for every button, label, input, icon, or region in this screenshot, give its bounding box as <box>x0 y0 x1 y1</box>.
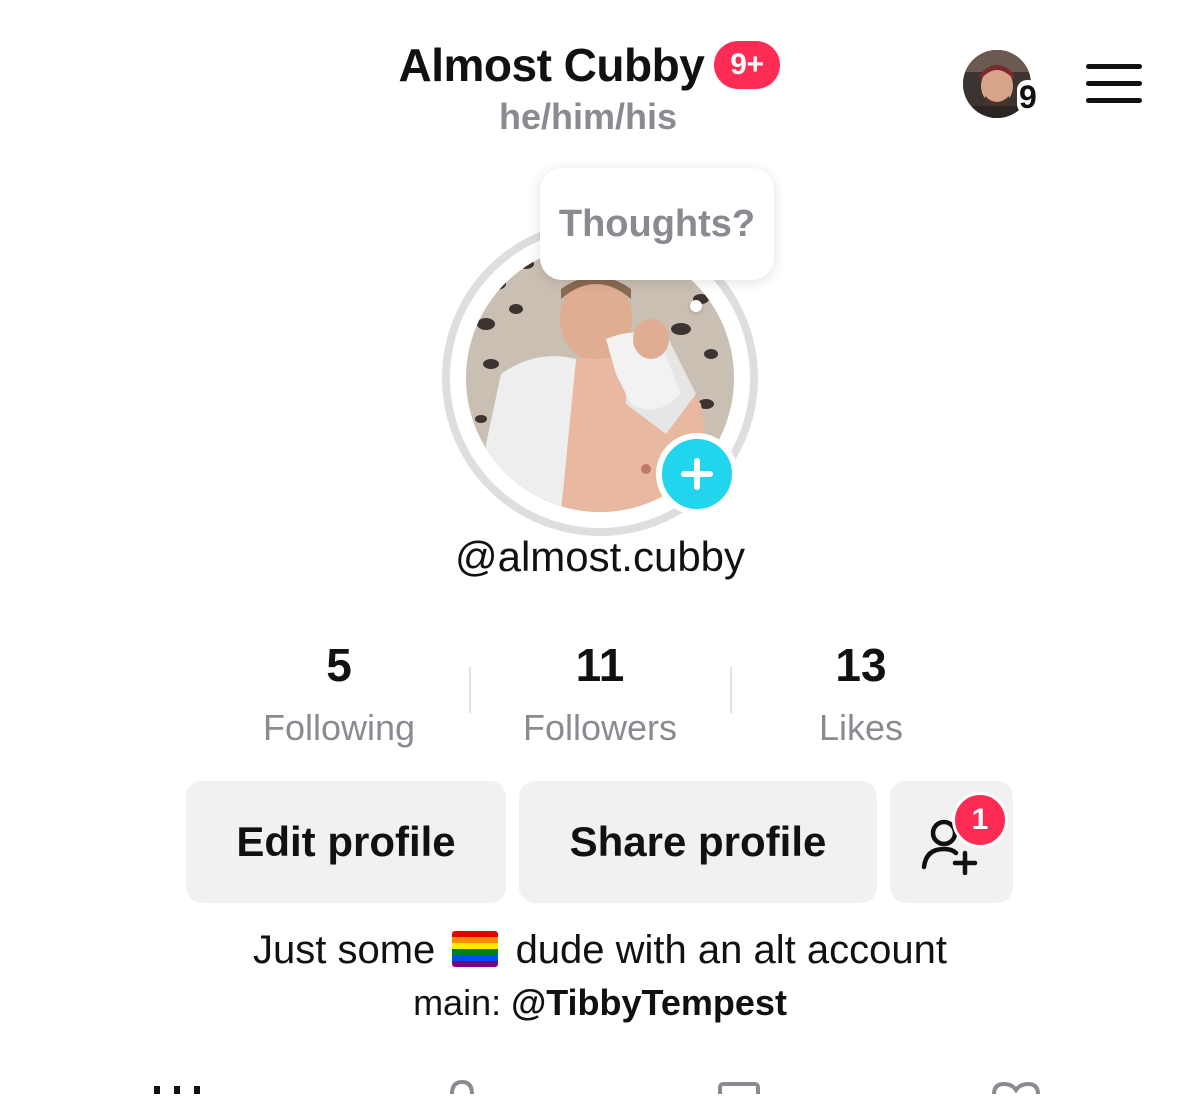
menu-line <box>1086 98 1142 103</box>
hamburger-menu-icon[interactable] <box>1086 62 1144 106</box>
menu-line <box>1086 81 1142 86</box>
stat-followers[interactable]: 11 Followers <box>470 640 730 750</box>
stat-value: 11 <box>575 639 625 691</box>
bio-text: Just some <box>253 928 436 972</box>
username: @almost.cubby <box>454 533 746 580</box>
display-name[interactable]: Almost Cubby 9+ <box>399 38 780 92</box>
stat-value: 5 <box>326 639 352 691</box>
private-lock-tab-icon[interactable] <box>446 1078 478 1099</box>
bio-line-1: Just some dude with an alt account <box>0 928 1200 973</box>
bio-main-label: main: <box>413 982 502 1023</box>
notifications-badge: 9+ <box>714 41 780 89</box>
thought-bubble-tail <box>690 300 702 312</box>
rainbow-flag-icon <box>452 931 499 967</box>
reposts-tab-icon[interactable] <box>718 1078 760 1099</box>
stat-label: Likes <box>818 707 904 748</box>
account-switch-count: 9 <box>1017 79 1039 115</box>
bio-main-handle-link[interactable]: @TibbyTempest <box>511 982 787 1023</box>
friend-requests-count-badge: 1 <box>952 792 1008 848</box>
stat-label: Followers <box>522 707 678 748</box>
stat-likes[interactable]: 13 Likes <box>731 640 991 750</box>
display-name-text: Almost Cubby <box>398 39 705 91</box>
share-profile-button[interactable]: Share profile <box>519 781 877 903</box>
edit-profile-button[interactable]: Edit profile <box>186 781 506 903</box>
add-story-plus-icon[interactable] <box>656 433 738 515</box>
bio-line-2: main: @TibbyTempest <box>0 982 1200 1024</box>
thoughts-bubble[interactable]: Thoughts? <box>540 168 774 280</box>
liked-tab-icon[interactable] <box>990 1078 1042 1099</box>
bio-text: dude with an alt account <box>515 928 947 972</box>
videos-grid-tab-icon[interactable] <box>152 1078 204 1099</box>
menu-line <box>1086 64 1142 69</box>
stat-value: 13 <box>835 639 887 691</box>
stat-label: Following <box>262 707 416 748</box>
stat-following[interactable]: 5 Following <box>209 640 469 750</box>
